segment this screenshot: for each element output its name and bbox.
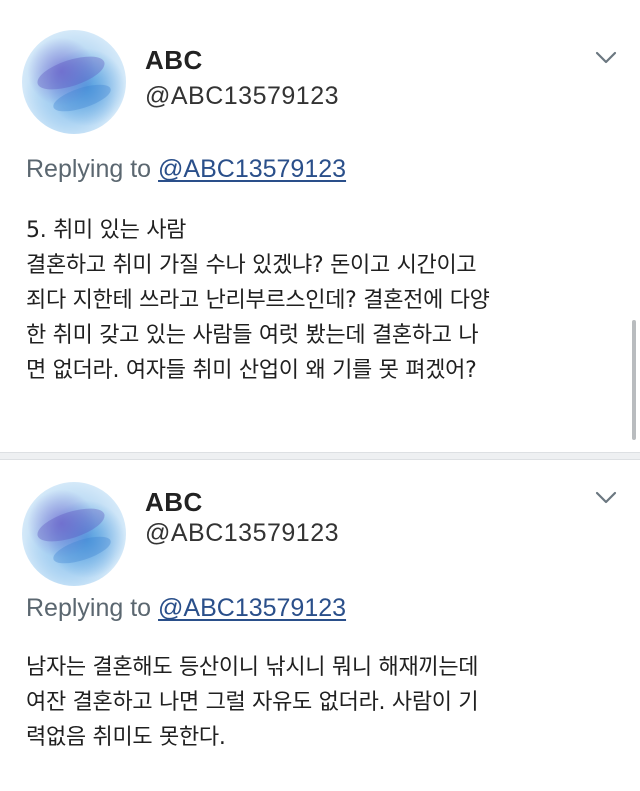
tweet-text: 남자는 결혼해도 등산이니 낚시니 뭐니 해재끼는데 여잔 결혼하고 나면 그럴…	[26, 655, 479, 750]
author-name[interactable]: ABC	[145, 487, 203, 518]
avatar[interactable]	[22, 30, 126, 134]
reply-to-link[interactable]: @ABC13579123	[158, 594, 346, 622]
author-name[interactable]: ABC	[145, 45, 203, 76]
tweet-1[interactable]: ABC @ABC13579123 Replying to @ABC1357912…	[0, 0, 640, 452]
replying-to: Replying to @ABC13579123	[26, 155, 346, 184]
avatar[interactable]	[22, 482, 126, 586]
author-handle[interactable]: @ABC13579123	[145, 82, 339, 111]
author-handle[interactable]: @ABC13579123	[145, 519, 339, 548]
chevron-down-icon[interactable]	[594, 46, 618, 70]
chevron-down-icon[interactable]	[594, 486, 618, 510]
tweet-2[interactable]: ABC @ABC13579123 Replying to @ABC1357912…	[0, 452, 640, 791]
replying-to: Replying to @ABC13579123	[26, 594, 346, 623]
scrollbar[interactable]	[632, 320, 636, 440]
reply-prefix: Replying to	[26, 155, 159, 183]
reply-to-link[interactable]: @ABC13579123	[158, 155, 346, 183]
reply-prefix: Replying to	[26, 594, 159, 622]
tweet-text: 5. 취미 있는 사람 결혼하고 취미 가질 수나 있겠냐? 돈이고 시간이고 …	[26, 218, 490, 383]
